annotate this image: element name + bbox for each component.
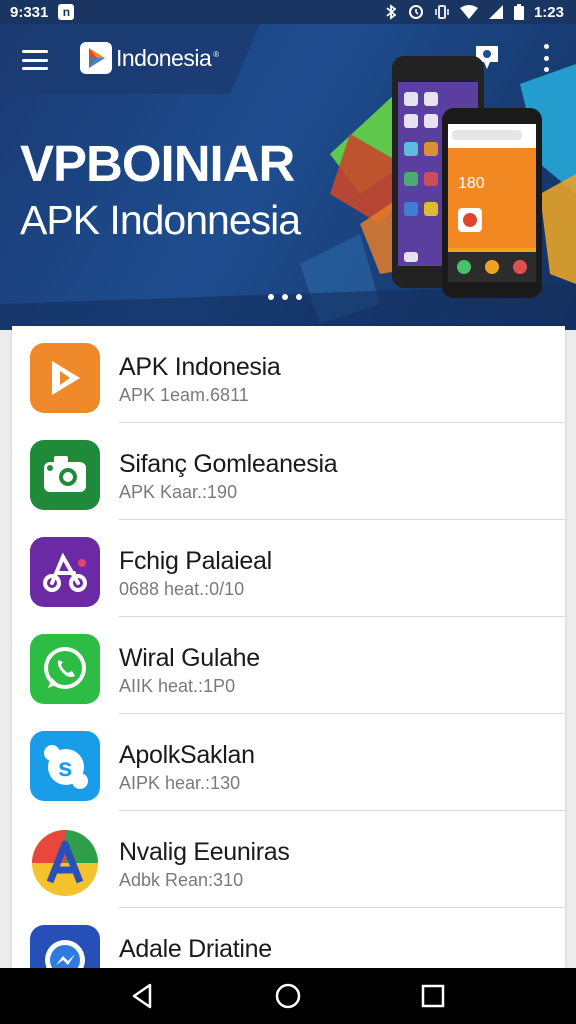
app-list: APK Indonesia APK 1eam.6811 Sifanç Gomle…: [12, 326, 565, 968]
status-bar: 9:331 n 1:23: [0, 0, 576, 24]
app-meta: 0688 heat.:0/10: [119, 579, 245, 599]
carousel-page-indicator[interactable]: [268, 294, 302, 300]
battery-icon: [513, 4, 524, 20]
app-list-item[interactable]: Sifanç Gomleanesia APK Kaar.:190: [12, 423, 565, 520]
skype-icon: s: [30, 731, 100, 801]
app-name: Fchig Palaieal: [119, 547, 272, 575]
app-name: Nvalig Eeuniras: [119, 838, 290, 866]
alarm-icon: [408, 5, 423, 19]
app-list-item[interactable]: Fchig Palaieal 0688 heat.:0/10: [12, 520, 565, 617]
notification-badge-icon: n: [58, 4, 75, 20]
back-button[interactable]: [123, 976, 163, 1016]
back-triangle-icon: [132, 983, 151, 1009]
status-time-left: 9:331: [10, 3, 49, 21]
recent-apps-square-icon: [422, 984, 445, 1008]
wifi-icon: [459, 5, 478, 19]
svg-text:s: s: [58, 752, 72, 782]
app-list-item[interactable]: APK Indonesia APK 1eam.6811: [12, 326, 565, 423]
app-name: Sifanç Gomleanesia: [119, 450, 338, 478]
recent-apps-button[interactable]: [413, 976, 453, 1016]
app-meta: Adbk Rean:310: [119, 870, 244, 890]
app-list-item[interactable]: s ApolkSaklan AIPK hear.:130: [12, 714, 565, 811]
logo-mark-icon: [80, 42, 112, 74]
hero-banner: Indonesia ® VPBOINIAR APK Indonnesia 180: [0, 24, 576, 330]
bike-icon: [30, 537, 100, 607]
play-logo-icon: [30, 343, 100, 413]
app-meta: APK 1eam.6811: [119, 385, 249, 405]
app-meta: AIPK hear.:130: [119, 773, 241, 793]
letter-a-icon: [30, 828, 100, 898]
app-meta: AIIK heat.:1P0: [119, 676, 236, 696]
app-name: Wiral Gulahe: [119, 644, 260, 672]
phones-illustration: 180: [392, 56, 542, 298]
status-time-right: 1:23: [533, 3, 564, 21]
app-list-item[interactable]: Wiral Gulahe AIIK heat.:1P0: [12, 617, 565, 714]
camera-icon: [30, 440, 100, 510]
signal-icon: [488, 5, 503, 19]
app-logo: Indonesia ®: [80, 42, 219, 74]
vibrate-icon: [435, 5, 449, 19]
messenger-icon: [30, 925, 100, 968]
app-name: ApolkSaklan: [119, 741, 255, 769]
bluetooth-icon: [386, 4, 397, 20]
hero-subtitle: APK Indonnesia: [20, 197, 301, 243]
app-name: Adale Driatine: [119, 935, 272, 963]
home-circle-icon: [275, 983, 301, 1009]
navigation-bar: [0, 968, 576, 1024]
app-name: APK Indonesia: [119, 353, 281, 381]
app-list-item[interactable]: Nvalig Eeuniras Adbk Rean:310: [12, 811, 565, 908]
whatsapp-icon: [30, 634, 100, 704]
logo-text: Indonesia: [116, 44, 212, 71]
app-list-item[interactable]: Adale Driatine: [12, 908, 565, 968]
svg-text:180: 180: [458, 175, 485, 192]
app-meta: APK Kaar.:190: [119, 482, 238, 502]
home-button[interactable]: [268, 976, 308, 1016]
logo-registered-mark: ®: [213, 49, 220, 59]
hero-title: VPBOINIAR: [20, 135, 295, 192]
hamburger-menu-icon[interactable]: [22, 50, 48, 70]
